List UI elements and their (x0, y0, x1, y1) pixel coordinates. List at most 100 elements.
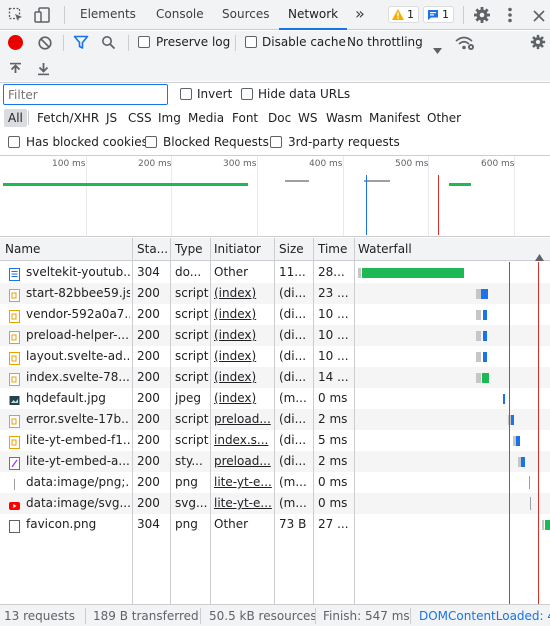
tab-elements[interactable]: Elements (80, 7, 136, 21)
table-row[interactable]: start-82bbee59.js 200 script (index) (di... 2… (0, 283, 550, 304)
type-filter-css[interactable]: CSS (124, 109, 156, 127)
table-row[interactable]: data:image/png;... 200 png lite-yt-e... (m..… (0, 472, 550, 493)
request-initiator[interactable]: preload... (214, 454, 272, 468)
filter-input[interactable] (3, 84, 168, 105)
type-filter-img[interactable]: Img (154, 109, 185, 127)
preserve-log-checkbox[interactable] (138, 36, 150, 48)
column-time-header[interactable]: Time (318, 242, 347, 256)
request-name[interactable]: vendor-592a0a7... (26, 307, 130, 321)
type-filter-all[interactable]: All (4, 109, 27, 127)
request-name[interactable]: error.svelte-17b... (26, 412, 130, 426)
request-size: (m... (279, 475, 307, 489)
close-icon[interactable] (532, 8, 546, 22)
third-party-requests-checkbox[interactable] (270, 136, 282, 148)
table-row[interactable]: data:image/svg... 200 svg... lite-yt-e... (m… (0, 493, 550, 514)
request-name[interactable]: sveltekit-youtub... (26, 265, 130, 279)
request-name[interactable]: preload-helper-... (26, 328, 130, 342)
request-name[interactable]: start-82bbee59.js (26, 286, 130, 300)
inspect-element-icon[interactable] (8, 7, 24, 23)
filter-icon[interactable] (73, 35, 89, 50)
type-filter-manifest[interactable]: Manifest (365, 109, 424, 127)
request-initiator[interactable]: (index) (214, 391, 272, 405)
tab-network[interactable]: Network (288, 7, 338, 21)
more-options-icon[interactable] (504, 6, 516, 24)
column-waterfall-header[interactable]: Waterfall (358, 242, 412, 256)
import-har-icon[interactable] (9, 61, 22, 75)
type-filter-ws[interactable]: WS (294, 109, 321, 127)
table-row[interactable]: hqdefault.jpg 200 jpeg (index) (m... 0 ms (0, 388, 550, 409)
type-filter-js[interactable]: JS (102, 109, 121, 127)
request-type: png (175, 475, 198, 489)
type-filter-other[interactable]: Other (423, 109, 465, 127)
overview-gridline (86, 156, 87, 236)
request-initiator[interactable]: index.s... (214, 433, 272, 447)
request-initiator[interactable]: (index) (214, 370, 272, 384)
warning-icon (392, 9, 404, 20)
type-filter-fetch-xhr[interactable]: Fetch/XHR (33, 109, 103, 127)
request-size: (di... (279, 286, 307, 300)
network-conditions-icon[interactable] (455, 35, 475, 51)
request-type: script (175, 433, 209, 447)
column-name-header[interactable]: Name (5, 242, 40, 256)
gear-icon[interactable] (473, 6, 491, 24)
messages-badge[interactable]: 1 (423, 6, 454, 23)
request-name[interactable]: lite-yt-embed-f1... (26, 433, 130, 447)
hide-data-urls-checkbox[interactable] (241, 88, 253, 100)
request-initiator[interactable]: preload... (214, 412, 272, 426)
table-row[interactable]: lite-yt-embed-f1... 200 script index.s... (d… (0, 430, 550, 451)
table-row[interactable]: preload-helper-... 200 script (index) (di...… (0, 325, 550, 346)
request-name[interactable]: hqdefault.jpg (26, 391, 130, 405)
type-filter-media[interactable]: Media (184, 109, 228, 127)
request-status: 200 (137, 391, 160, 405)
table-row[interactable]: favicon.png 304 png Other 73 B 27 ... (0, 514, 550, 535)
request-name[interactable]: data:image/svg... (26, 496, 130, 510)
overview-bar (449, 183, 471, 186)
table-row[interactable]: layout.svelte-ad... 200 script (index) (di..… (0, 346, 550, 367)
has-blocked-cookies-label: Has blocked cookies (26, 135, 148, 149)
request-initiator[interactable]: (index) (214, 349, 272, 363)
device-toolbar-icon[interactable] (33, 6, 51, 24)
has-blocked-cookies-checkbox[interactable] (8, 136, 20, 148)
request-name[interactable]: lite-yt-embed-a... (26, 454, 130, 468)
throttling-select[interactable]: No throttling (347, 35, 423, 49)
column-status-header[interactable]: Sta... (137, 242, 168, 256)
request-initiator[interactable]: (index) (214, 286, 272, 300)
request-initiator[interactable]: lite-yt-e... (214, 496, 272, 510)
disable-cache-checkbox[interactable] (245, 36, 257, 48)
table-row[interactable]: lite-yt-embed-a... 200 sty... preload... (di… (0, 451, 550, 472)
export-har-icon[interactable] (37, 61, 50, 76)
sort-ascending-icon[interactable] (535, 246, 544, 261)
table-row[interactable]: error.svelte-17b... 200 script preload... (d… (0, 409, 550, 430)
table-row[interactable]: index.svelte-78... 200 script (index) (di...… (0, 367, 550, 388)
request-time: 10 ... (318, 349, 349, 363)
waterfall-bar (358, 268, 361, 278)
divider (235, 35, 236, 51)
column-size-header[interactable]: Size (279, 242, 304, 256)
table-row[interactable]: vendor-592a0a7... 200 script (index) (di... 1… (0, 304, 550, 325)
clear-icon[interactable] (38, 35, 52, 50)
invert-checkbox[interactable] (180, 88, 192, 100)
request-initiator[interactable]: (index) (214, 328, 272, 342)
network-settings-icon[interactable] (530, 34, 546, 50)
tab-sources[interactable]: Sources (222, 7, 269, 21)
column-initiator-header[interactable]: Initiator (214, 242, 261, 256)
chevron-down-icon[interactable] (433, 39, 442, 54)
more-tabs-button[interactable]: » (355, 4, 365, 23)
blocked-requests-checkbox[interactable] (145, 136, 157, 148)
request-name[interactable]: index.svelte-78... (26, 370, 130, 384)
column-type-header[interactable]: Type (175, 242, 203, 256)
table-row[interactable]: sveltekit-youtub... 304 do... Other 11... 28.… (0, 262, 550, 283)
type-filter-font[interactable]: Font (228, 109, 262, 127)
request-initiator[interactable]: (index) (214, 307, 272, 321)
type-filter-doc[interactable]: Doc (264, 109, 295, 127)
tab-console[interactable]: Console (156, 7, 204, 21)
warnings-badge[interactable]: 1 (388, 6, 419, 23)
search-icon[interactable] (101, 35, 116, 50)
type-filter-wasm[interactable]: Wasm (322, 109, 366, 127)
request-name[interactable]: favicon.png (26, 517, 130, 531)
request-initiator[interactable]: lite-yt-e... (214, 475, 272, 489)
request-name[interactable]: data:image/png;... (26, 475, 130, 489)
request-name[interactable]: layout.svelte-ad... (26, 349, 130, 363)
divider (28, 111, 29, 125)
record-icon[interactable] (8, 35, 23, 50)
